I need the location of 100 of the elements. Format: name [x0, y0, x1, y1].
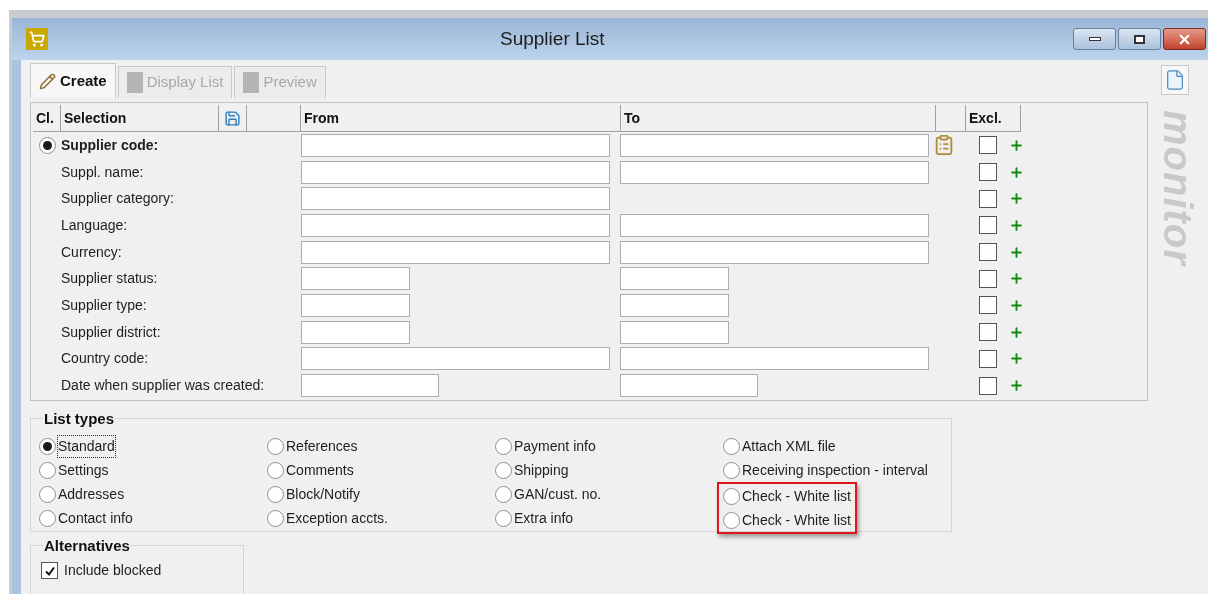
radio-label: Attach XML file	[742, 436, 836, 456]
document-icon	[243, 72, 260, 93]
radio-label: Comments	[286, 460, 354, 480]
document-icon	[126, 72, 143, 93]
from-field[interactable]	[301, 374, 439, 398]
to-field[interactable]	[620, 347, 929, 371]
from-field[interactable]	[301, 160, 610, 184]
plus-icon[interactable]	[1009, 164, 1024, 180]
column-header: Selection	[61, 105, 219, 131]
from-field[interactable]	[301, 320, 410, 344]
radio-button[interactable]	[267, 485, 284, 503]
field-label: Currency:	[61, 242, 123, 262]
radio-label: Standard	[58, 435, 115, 457]
radio-button[interactable]	[495, 485, 512, 503]
from-field[interactable]	[301, 187, 610, 211]
to-field[interactable]	[620, 213, 929, 237]
to-field[interactable]	[620, 133, 929, 157]
radio-button[interactable]	[267, 509, 284, 527]
field-label: Supplier status:	[61, 269, 159, 289]
radio-button[interactable]	[723, 461, 740, 479]
field-label: Date when supplier was created:	[61, 376, 266, 396]
column-header: Cl.	[33, 105, 61, 131]
pencil-icon	[39, 72, 56, 90]
checkbox[interactable]	[979, 189, 997, 208]
plus-icon[interactable]	[1009, 378, 1024, 394]
save-icon[interactable]	[224, 109, 241, 127]
radio-button[interactable]	[723, 487, 740, 505]
radio-label: Settings	[58, 460, 109, 480]
close-button[interactable]	[1163, 28, 1206, 50]
radio-label: GAN/cust. no.	[514, 484, 602, 504]
to-field[interactable]	[620, 293, 729, 317]
checkbox-label: Include blocked	[64, 561, 162, 580]
radio-button[interactable]	[495, 461, 512, 479]
checkbox[interactable]	[979, 349, 997, 368]
checkmark-icon	[43, 564, 56, 577]
radio-button[interactable]	[39, 437, 56, 455]
clipboard-icon[interactable]	[933, 134, 955, 157]
field-label: Supplier code:	[61, 135, 160, 155]
radio-label: Addresses	[58, 484, 125, 504]
plus-icon[interactable]	[1009, 324, 1024, 340]
field-label: Supplier type:	[61, 295, 148, 315]
radio-button[interactable]	[723, 437, 740, 455]
checkbox[interactable]	[979, 269, 997, 288]
radio-label: Contact info	[58, 508, 133, 528]
checkbox[interactable]	[979, 136, 997, 155]
radio-label: Check - White list	[742, 510, 851, 530]
radio-button[interactable]	[39, 461, 56, 479]
from-field[interactable]	[301, 213, 610, 237]
to-field[interactable]	[620, 320, 729, 344]
plus-icon[interactable]	[1009, 271, 1024, 287]
radio-label: Shipping	[514, 460, 569, 480]
plus-icon[interactable]	[1009, 137, 1024, 153]
to-field[interactable]	[620, 374, 758, 398]
radio-label: Receiving inspection - interval	[742, 460, 928, 480]
radio-button[interactable]	[267, 461, 284, 479]
maximize-button[interactable]	[1118, 28, 1161, 50]
plus-icon[interactable]	[1009, 244, 1024, 260]
cart-icon	[26, 28, 48, 50]
radio-button[interactable]	[495, 509, 512, 527]
checkbox[interactable]	[979, 376, 997, 395]
radio-label: Exception accts.	[286, 508, 388, 528]
plus-icon[interactable]	[1009, 351, 1024, 367]
window-title: Supplier List	[500, 26, 605, 51]
radio-button[interactable]	[495, 437, 512, 455]
radio-button[interactable]	[38, 136, 56, 154]
field-label: Supplier district:	[61, 322, 162, 342]
radio-label: Payment info	[514, 436, 596, 456]
plus-icon[interactable]	[1009, 191, 1024, 207]
plus-icon[interactable]	[1009, 217, 1024, 233]
to-field[interactable]	[620, 240, 929, 264]
radio-label: Block/Notify	[286, 484, 360, 504]
checkbox[interactable]	[979, 323, 997, 342]
from-field[interactable]	[301, 293, 410, 317]
field-label: Language:	[61, 215, 129, 235]
checkbox[interactable]	[41, 562, 58, 579]
from-field[interactable]	[301, 133, 610, 157]
minimize-button[interactable]	[1073, 28, 1116, 50]
radio-label: Extra info	[514, 508, 574, 528]
checkbox[interactable]	[979, 216, 997, 235]
checkbox[interactable]	[979, 163, 997, 182]
field-label: Country code:	[61, 349, 150, 369]
from-field[interactable]	[301, 240, 610, 264]
checkbox[interactable]	[979, 296, 997, 315]
column-header: To	[621, 105, 936, 131]
radio-button[interactable]	[39, 509, 56, 527]
tab[interactable]: Create	[30, 63, 116, 98]
new-document-button[interactable]	[1161, 65, 1189, 95]
checkbox[interactable]	[979, 243, 997, 262]
from-field[interactable]	[301, 267, 410, 291]
from-field[interactable]	[301, 347, 610, 371]
column-header: From	[301, 105, 621, 131]
field-label: Suppl. name:	[61, 162, 145, 182]
plus-icon[interactable]	[1009, 297, 1024, 313]
radio-label: References	[286, 436, 358, 456]
radio-button[interactable]	[39, 485, 56, 503]
to-field[interactable]	[620, 160, 929, 184]
to-field[interactable]	[620, 267, 729, 291]
radio-button[interactable]	[267, 437, 284, 455]
radio-button[interactable]	[723, 511, 740, 529]
radio-label: Check - White list	[742, 486, 851, 506]
